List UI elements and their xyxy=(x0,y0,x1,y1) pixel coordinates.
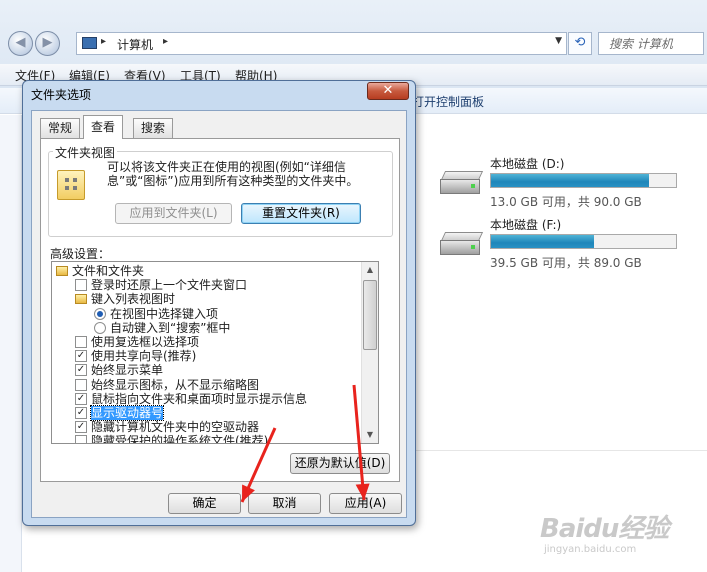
group-description: 可以将该文件夹正在使用的视图(例如“详细信息”或“图标”)应用到所有这种类型的文… xyxy=(107,160,359,188)
checkbox[interactable] xyxy=(75,279,87,292)
hard-drive-icon xyxy=(440,232,484,256)
checkbox[interactable]: ✓ xyxy=(75,364,87,377)
checkbox[interactable]: ✓ xyxy=(75,421,87,434)
apply-to-folders-button[interactable]: 应用到文件夹(L) xyxy=(115,203,232,224)
drive-f[interactable]: 本地磁盘 (F:) 39.5 GB 可用，共 89.0 GB xyxy=(440,216,690,270)
tree-item-label: 显示驱动器号 xyxy=(89,405,165,421)
checkbox[interactable] xyxy=(75,336,87,348)
tree-item-label: 隐藏计算机文件夹中的空驱动器 xyxy=(91,420,260,435)
tree-item-label: 键入列表视图时 xyxy=(91,292,176,307)
group-title: 文件夹视图 xyxy=(53,144,118,161)
back-button[interactable]: ◀ xyxy=(8,31,33,56)
checkbox[interactable]: ✓ xyxy=(75,350,87,363)
watermark-url: jingyan.baidu.com xyxy=(544,544,637,555)
tree-item-label: 文件和文件夹 xyxy=(72,264,145,278)
tree-group: 键入列表视图时 xyxy=(52,292,360,306)
checkbox[interactable] xyxy=(75,378,87,391)
tree-radio-option[interactable]: 自动键入到“搜索”框中 xyxy=(52,321,360,335)
tree-checkbox-option[interactable]: ✓ 使用共享向导(推荐) xyxy=(52,349,360,363)
tree-checkbox-option[interactable]: ✓ 隐藏计算机文件夹中的空驱动器 xyxy=(52,420,360,434)
tree-checkbox-option[interactable]: 始终显示图标，从不显示缩略图 xyxy=(52,378,360,392)
tree-checkbox-option[interactable]: 登录时还原上一个文件夹窗口 xyxy=(52,278,360,292)
advanced-settings-list[interactable]: 文件和文件夹 登录时还原上一个文件夹窗口 键入列表视图时 在视图中选择键入项 自动键入到… xyxy=(51,261,379,444)
address-bar[interactable]: ▸ 计算机 ▸ ▼ xyxy=(76,32,567,55)
tree-item-label: 登录时还原上一个文件夹窗口 xyxy=(91,278,248,293)
reset-folders-button[interactable]: 重置文件夹(R) xyxy=(241,203,361,224)
refresh-button[interactable]: ⟲ xyxy=(568,32,592,55)
breadcrumb-separator-icon: ▸ xyxy=(101,36,107,47)
tree-item-label: 使用共享向导(推荐) xyxy=(91,349,197,364)
tree-checkbox-option[interactable]: ✓ 始终显示菜单 xyxy=(52,363,360,377)
baidu-watermark: Baidu经验 jingyan.baidu.com xyxy=(540,508,700,568)
scroll-down-icon[interactable]: ▼ xyxy=(362,427,378,443)
open-control-panel-button[interactable]: 打开控制面板 xyxy=(412,93,484,110)
checkbox[interactable]: ✓ xyxy=(75,392,87,405)
drive-name: 本地磁盘 (F:) xyxy=(490,218,562,232)
folder-view-icon xyxy=(57,170,85,200)
scroll-thumb[interactable] xyxy=(363,280,377,350)
computer-icon xyxy=(82,37,97,49)
cancel-button[interactable]: 取消 xyxy=(248,493,321,514)
folder-icon xyxy=(75,294,87,305)
scrollbar[interactable]: ▲ ▼ xyxy=(361,262,378,443)
breadcrumb[interactable]: 计算机 xyxy=(117,36,153,53)
dialog-body: 常规 查看 搜索 文件夹视图 可以将该文件夹正在使用的视图(例如“详细信息”或“… xyxy=(31,110,407,518)
checkbox[interactable] xyxy=(75,435,87,443)
apply-button[interactable]: 应用(A) xyxy=(329,493,402,514)
ok-button[interactable]: 确定 xyxy=(168,493,241,514)
tree-item-label: 鼠标指向文件夹和桌面项时显示提示信息 xyxy=(91,391,308,406)
tab-view[interactable]: 查看 xyxy=(83,115,124,139)
chevron-down-icon[interactable]: ▼ xyxy=(555,36,562,46)
drive-name: 本地磁盘 (D:) xyxy=(490,157,565,171)
drive-usage-fill xyxy=(491,235,594,248)
tab-search[interactable]: 搜索 xyxy=(133,118,174,138)
radio-button[interactable] xyxy=(94,321,106,334)
drive-d[interactable]: 本地磁盘 (D:) 13.0 GB 可用，共 90.0 GB xyxy=(440,155,690,209)
folder-options-dialog: 文件夹选项 ✕ 常规 查看 搜索 文件夹视图 可以将该文件夹正在使用的视图(例如… xyxy=(22,80,416,526)
folder-views-group: 文件夹视图 可以将该文件夹正在使用的视图(例如“详细信息”或“图标”)应用到所有… xyxy=(48,144,393,237)
tree-item-label: 自动键入到“搜索”框中 xyxy=(110,320,231,335)
search-input[interactable] xyxy=(599,33,703,54)
drive-space-info: 39.5 GB 可用，共 89.0 GB xyxy=(490,256,642,270)
search-box[interactable] xyxy=(598,32,704,55)
navigation-pane xyxy=(0,115,22,572)
tree-radio-option[interactable]: 在视图中选择键入项 xyxy=(52,307,360,321)
drive-space-info: 13.0 GB 可用，共 90.0 GB xyxy=(490,195,642,209)
folder-icon xyxy=(56,266,68,276)
advanced-settings-label: 高级设置： xyxy=(50,247,111,261)
forward-button[interactable]: ▶ xyxy=(35,31,60,56)
close-button[interactable]: ✕ xyxy=(367,82,409,100)
breadcrumb-separator-icon[interactable]: ▸ xyxy=(163,36,168,47)
scroll-up-icon[interactable]: ▲ xyxy=(362,262,378,278)
tree-item-label: 使用复选框以选择项 xyxy=(91,335,200,349)
radio-button[interactable] xyxy=(94,307,106,320)
view-tab-panel: 文件夹视图 可以将该文件夹正在使用的视图(例如“详细信息”或“图标”)应用到所有… xyxy=(40,138,400,482)
tree-item-label: 在视图中选择键入项 xyxy=(110,306,219,321)
divider xyxy=(410,450,707,451)
drive-usage-fill xyxy=(491,174,650,187)
dialog-title: 文件夹选项 xyxy=(31,88,92,102)
tree-checkbox-option[interactable]: 隐藏受保护的操作系统文件(推荐) xyxy=(52,434,360,444)
tree-item-label: 始终显示菜单 xyxy=(91,363,164,378)
hard-drive-icon xyxy=(440,171,484,195)
tree-checkbox-option[interactable]: 使用复选框以选择项 xyxy=(52,335,360,349)
checkbox[interactable]: ✓ xyxy=(75,407,87,419)
tree-item-label: 隐藏受保护的操作系统文件(推荐) xyxy=(91,434,269,444)
tree-checkbox-option[interactable]: ✓ 鼠标指向文件夹和桌面项时显示提示信息 xyxy=(52,392,360,406)
restore-defaults-button[interactable]: 还原为默认值(D) xyxy=(290,453,390,474)
tab-general[interactable]: 常规 xyxy=(40,118,81,138)
tree-checkbox-option[interactable]: ✓ 显示驱动器号 xyxy=(52,405,360,421)
tree-item-label: 始终显示图标，从不显示缩略图 xyxy=(91,377,260,392)
drive-usage-bar xyxy=(490,173,677,188)
drive-usage-bar xyxy=(490,234,677,249)
watermark-logo: Baidu经验 xyxy=(540,514,669,544)
close-icon: ✕ xyxy=(382,83,394,98)
tree-group: 文件和文件夹 xyxy=(52,264,360,278)
